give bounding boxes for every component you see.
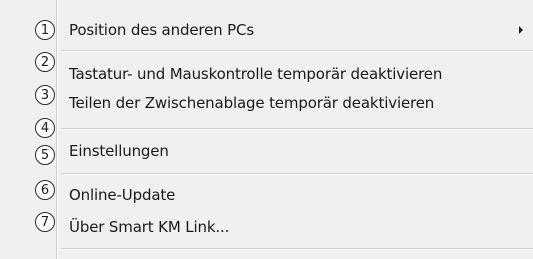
chevron-right-icon: [519, 26, 523, 34]
menu-separator: [61, 128, 533, 130]
menu-item-about[interactable]: Über Smart KM Link...: [62, 214, 523, 240]
menu-item-label: Tastatur- und Mauskontrolle temporär dea…: [69, 65, 443, 83]
menu-separator: [61, 248, 533, 250]
menu-item-label: Teilen der Zwischenablage temporär deakt…: [69, 94, 435, 112]
menu-separator: [61, 173, 533, 175]
callout-marker: 1: [35, 20, 55, 40]
menu-gutter-highlight: [57, 0, 58, 259]
callout-marker: 7: [35, 212, 55, 232]
callout-marker: 6: [35, 180, 55, 200]
menu-item-label: Online-Update: [69, 186, 176, 204]
context-menu: Position des anderen PCs Tastatur- und M…: [0, 0, 533, 259]
menu-separator: [61, 50, 533, 52]
menu-item-disable-keyboard-mouse[interactable]: Tastatur- und Mauskontrolle temporär dea…: [62, 61, 523, 87]
callout-marker: 4: [35, 118, 55, 138]
menu-item-position[interactable]: Position des anderen PCs: [62, 17, 523, 43]
callout-marker: 5: [35, 145, 55, 165]
menu-item-online-update[interactable]: Online-Update: [62, 182, 523, 208]
menu-item-label: Über Smart KM Link...: [69, 218, 230, 236]
menu-item-label: Einstellungen: [69, 142, 169, 160]
callout-marker: 3: [35, 85, 55, 105]
menu-item-disable-clipboard[interactable]: Teilen der Zwischenablage temporär deakt…: [62, 90, 523, 116]
callout-marker: 2: [35, 52, 55, 72]
menu-item-label: Position des anderen PCs: [69, 21, 255, 39]
menu-item-settings[interactable]: Einstellungen: [62, 138, 523, 164]
